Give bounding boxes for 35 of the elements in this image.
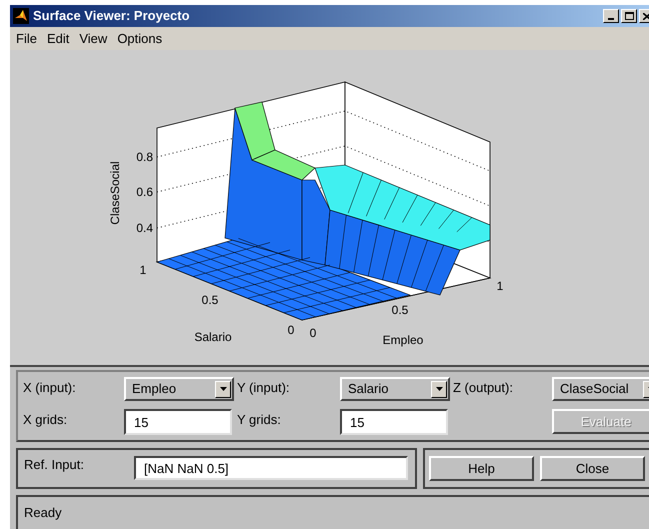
- axis-label: Z (output):: [453, 379, 514, 397]
- tick-label: 0.4: [136, 221, 153, 235]
- dropdown-value: Salario: [348, 380, 388, 398]
- tick-label: 0.5: [202, 293, 218, 307]
- grids-label: X grids:: [23, 411, 68, 429]
- dropdown[interactable]: ClaseSocial: [552, 377, 649, 401]
- axis-label: Y (input):: [237, 379, 291, 397]
- axis-label: Salario: [194, 330, 232, 344]
- grids-field[interactable]: 15: [124, 409, 232, 435]
- dropdown[interactable]: Salario: [340, 377, 450, 401]
- dialog-button[interactable]: Help: [429, 456, 534, 481]
- menu-item[interactable]: File: [16, 28, 37, 48]
- tick-label: 0: [288, 323, 294, 337]
- dropdown-value: ClaseSocial: [560, 380, 629, 398]
- status-text: Ready: [24, 505, 62, 520]
- axis-label: X (input):: [23, 379, 77, 397]
- dialog-button[interactable]: Close: [540, 456, 645, 481]
- dropdown-value: Empleo: [132, 380, 176, 398]
- axis-label: Empleo: [382, 333, 424, 347]
- tick-label: 0.5: [392, 303, 408, 317]
- tick-label: 0.8: [136, 150, 153, 164]
- ref-input-field[interactable]: [NaN NaN 0.5]: [134, 456, 408, 480]
- tick-label: 1: [496, 279, 504, 293]
- ref-input-label: Ref. Input:: [24, 456, 85, 474]
- menu-item[interactable]: View: [79, 28, 108, 48]
- axis-label: ClaseSocial: [108, 161, 122, 225]
- grids-field[interactable]: 15: [340, 409, 448, 435]
- tick-label: 1: [140, 263, 146, 277]
- menu-item[interactable]: Edit: [46, 28, 70, 48]
- tick-label: 0.6: [136, 185, 153, 199]
- grids-label: Y grids:: [237, 411, 282, 429]
- menu-item[interactable]: Options: [117, 28, 162, 48]
- tick-label: 0: [310, 326, 316, 340]
- dropdown[interactable]: Empleo: [124, 377, 234, 401]
- window-title: Surface Viewer: Proyecto: [33, 7, 190, 26]
